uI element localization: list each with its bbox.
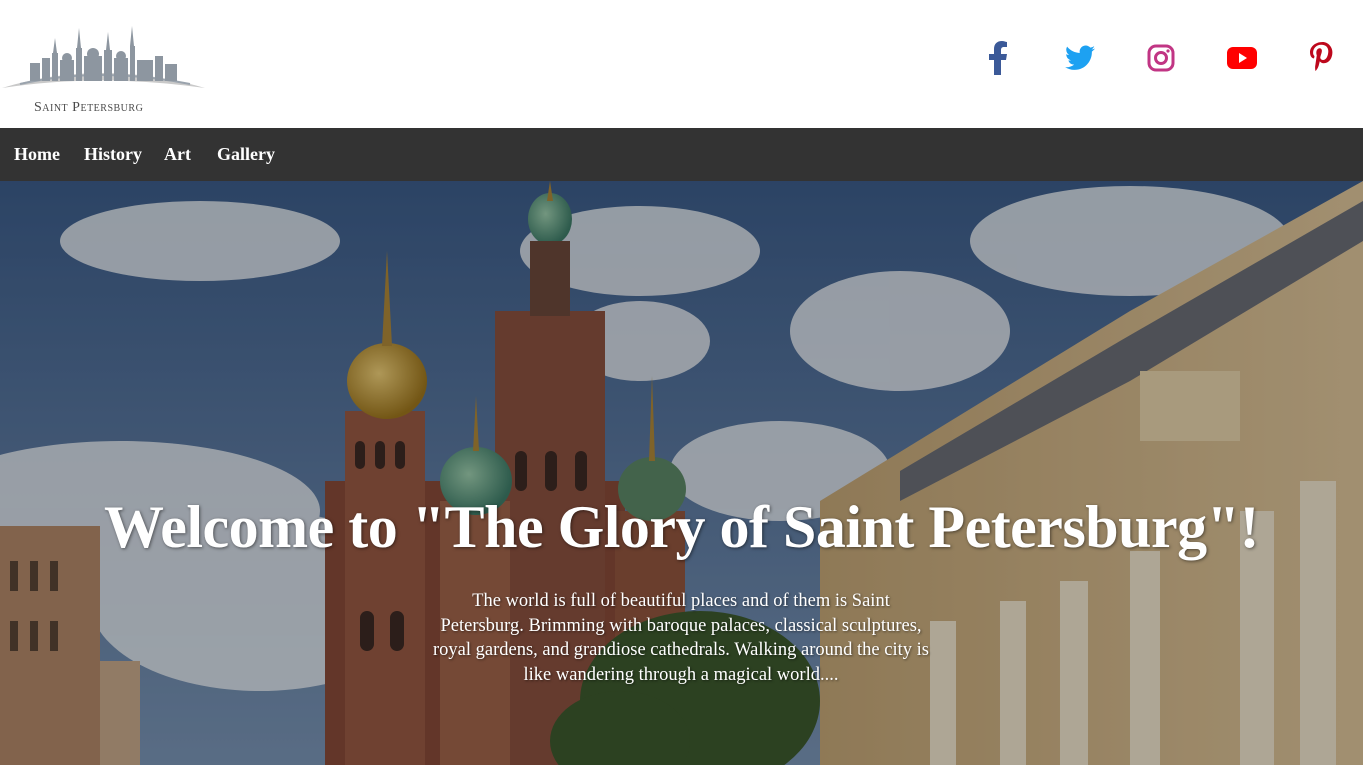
site-logo[interactable]: Saint Petersburg xyxy=(0,18,210,122)
nav-home[interactable]: Home xyxy=(14,128,60,181)
instagram-link[interactable] xyxy=(1141,38,1181,78)
hero-banner: Welcome to "The Glory of Saint Petersbur… xyxy=(0,181,1363,765)
nav-history[interactable]: History xyxy=(84,128,142,181)
hero-description: The world is full of beautiful places an… xyxy=(433,591,929,685)
nav-art[interactable]: Art xyxy=(164,128,191,181)
youtube-link[interactable] xyxy=(1222,38,1262,78)
instagram-icon xyxy=(1147,44,1175,72)
site-header: Saint Petersburg xyxy=(0,0,1363,128)
facebook-icon xyxy=(989,41,1007,75)
pinterest-link[interactable] xyxy=(1302,38,1342,78)
skyline-logo-icon xyxy=(2,26,205,88)
hero-title: Welcome to "The Glory of Saint Petersbur… xyxy=(104,494,1259,560)
logo-text: Saint Petersburg xyxy=(34,100,144,115)
pinterest-icon xyxy=(1310,42,1333,71)
nav-gallery[interactable]: Gallery xyxy=(217,128,275,181)
facebook-link[interactable] xyxy=(978,38,1018,78)
twitter-link[interactable] xyxy=(1060,38,1100,78)
main-nav: Home History Art Gallery xyxy=(0,128,1363,181)
youtube-icon xyxy=(1227,47,1257,69)
twitter-icon xyxy=(1065,45,1095,70)
